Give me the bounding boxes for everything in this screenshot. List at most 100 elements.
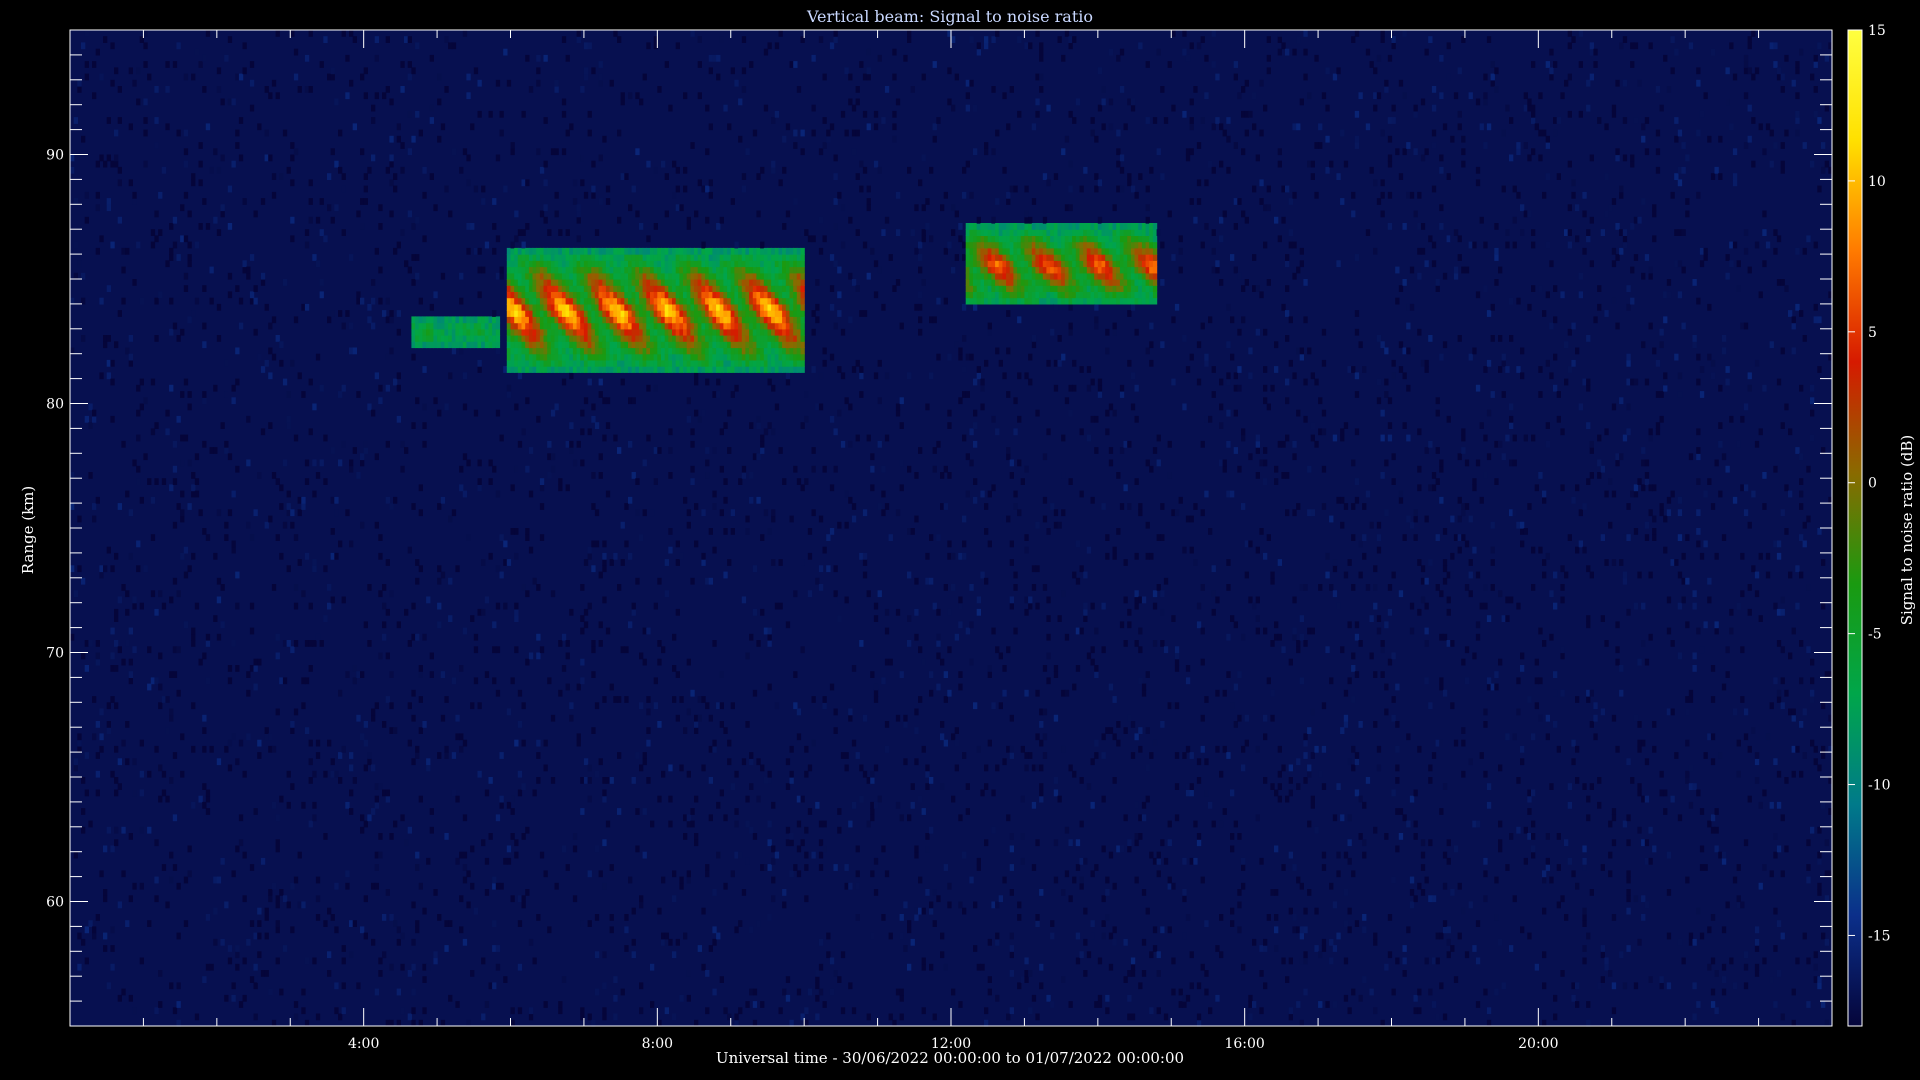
- heatmap-cell: [962, 752, 967, 759]
- heatmap-cell: [848, 272, 853, 280]
- heatmap-cell: [235, 945, 240, 952]
- heatmap-cell: [631, 472, 636, 479]
- heatmap-cell: [1035, 229, 1040, 236]
- heatmap-cell: [235, 758, 240, 766]
- heatmap-cell: [1064, 260, 1070, 268]
- heatmap-cell: [202, 714, 207, 722]
- heatmap-cell: [422, 633, 427, 641]
- heatmap-cell: [617, 752, 622, 759]
- heatmap-cell: [125, 608, 130, 616]
- heatmap-cell: [385, 696, 390, 703]
- heatmap-cell: [495, 646, 501, 654]
- heatmap-cell: [114, 777, 119, 784]
- heatmap-cell: [257, 752, 262, 759]
- heatmap-cell: [433, 291, 438, 299]
- heatmap-cell: [921, 204, 926, 212]
- heatmap-cell: [194, 453, 200, 461]
- heatmap-cell: [668, 447, 673, 454]
- heatmap-cell: [580, 272, 585, 280]
- heatmap-cell: [624, 303, 629, 311]
- heatmap-cell: [257, 951, 262, 959]
- heatmap-cell: [609, 347, 614, 355]
- heatmap-cell: [363, 721, 368, 728]
- heatmap-cell: [661, 297, 666, 305]
- heatmap-cell: [998, 285, 1003, 292]
- heatmap-cell: [818, 851, 824, 859]
- heatmap-cell: [646, 297, 651, 305]
- heatmap-cell: [844, 596, 849, 604]
- heatmap-cell: [290, 30, 295, 37]
- heatmap-cell: [473, 247, 479, 255]
- heatmap-cell: [202, 54, 207, 62]
- heatmap-cell: [495, 316, 501, 324]
- heatmap-cell: [150, 534, 156, 541]
- heatmap-cell: [521, 584, 526, 591]
- heatmap-cell: [741, 173, 747, 180]
- heatmap-cell: [708, 577, 713, 585]
- heatmap-cell: [260, 366, 266, 373]
- heatmap-cell: [260, 272, 266, 280]
- heatmap-cell: [774, 247, 780, 255]
- heatmap-cell: [947, 646, 952, 654]
- heatmap-cell: [338, 459, 343, 467]
- heatmap-cell: [605, 490, 611, 498]
- heatmap-cell: [356, 714, 361, 722]
- heatmap-cell: [334, 552, 339, 560]
- heatmap-cell: [532, 957, 537, 965]
- heatmap-cell: [760, 297, 765, 305]
- heatmap-cell: [88, 422, 93, 429]
- heatmap-cell: [99, 154, 104, 162]
- heatmap-cell: [334, 882, 339, 890]
- heatmap-cell: [598, 870, 603, 878]
- heatmap-cell: [304, 303, 310, 311]
- heatmap-cell: [833, 322, 838, 330]
- heatmap-cell: [598, 571, 603, 579]
- heatmap-cell: [275, 895, 280, 903]
- heatmap-cell: [738, 135, 743, 143]
- heatmap-cell: [804, 415, 809, 423]
- heatmap-cell: [1013, 428, 1018, 436]
- heatmap-cell: [683, 297, 688, 305]
- heatmap-cell: [701, 907, 706, 915]
- heatmap-cell: [202, 801, 207, 809]
- heatmap-cell: [925, 577, 930, 585]
- heatmap-cell: [962, 241, 967, 249]
- heatmap-cell: [561, 347, 567, 355]
- heatmap-cell: [293, 48, 299, 56]
- heatmap-cell: [738, 266, 743, 274]
- heatmap-cell: [594, 347, 600, 355]
- heatmap-cell: [587, 110, 592, 118]
- heatmap-cell: [158, 191, 163, 199]
- heatmap-cell: [976, 297, 981, 305]
- heatmap-cell: [598, 758, 603, 766]
- heatmap-cell: [103, 36, 108, 43]
- heatmap-cell: [708, 353, 713, 361]
- heatmap-cell: [495, 154, 501, 162]
- heatmap-cell: [771, 160, 776, 168]
- heatmap-cell: [635, 148, 640, 156]
- heatmap-cell: [150, 229, 156, 236]
- heatmap-cell: [547, 297, 552, 305]
- heatmap-cell: [969, 658, 974, 666]
- heatmap-cell: [965, 266, 970, 274]
- heatmap-cell: [1046, 652, 1051, 660]
- snr-heatmap-chart: 4:00 8:00 12:00 16:00 20:00 60708090 Univers…: [19, 23, 1916, 1067]
- heatmap-cell: [356, 472, 361, 479]
- heatmap-cell: [679, 882, 684, 890]
- heatmap-cell: [580, 409, 585, 417]
- heatmap-cell: [811, 465, 816, 473]
- heatmap-cell: [304, 957, 310, 965]
- heatmap-cell: [81, 42, 86, 50]
- heatmap-cell: [198, 223, 203, 230]
- heatmap-cell: [969, 621, 974, 629]
- heatmap-cell: [642, 291, 647, 299]
- heatmap-cell: [984, 528, 989, 535]
- heatmap-cell: [422, 1007, 427, 1015]
- heatmap-cell: [862, 714, 868, 722]
- heatmap-cell: [756, 247, 761, 255]
- heatmap-cell: [525, 291, 530, 299]
- heatmap-cell: [763, 328, 769, 336]
- heatmap-cell: [719, 310, 724, 317]
- heatmap-cell: [304, 229, 310, 236]
- heatmap-cell: [899, 914, 904, 921]
